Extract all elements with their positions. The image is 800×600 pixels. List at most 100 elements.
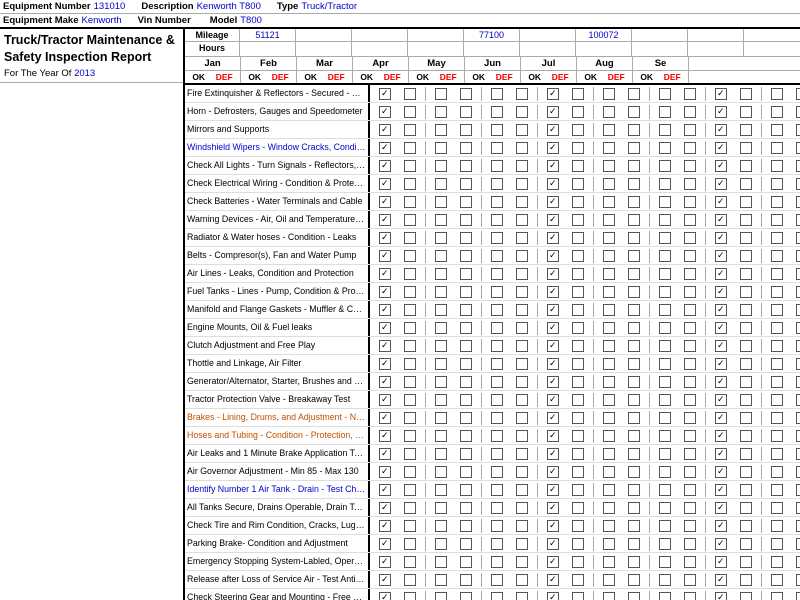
ok-checkbox[interactable]: ✓	[715, 88, 727, 100]
def-checkbox[interactable]	[404, 322, 416, 334]
ok-checkbox[interactable]	[603, 232, 615, 244]
def-checkbox[interactable]	[796, 232, 800, 244]
ok-checkbox[interactable]: ✓	[379, 448, 391, 460]
ok-checkbox[interactable]	[491, 358, 503, 370]
ok-checkbox[interactable]	[771, 556, 783, 568]
def-checkbox[interactable]	[628, 178, 640, 190]
ok-checkbox[interactable]	[435, 412, 447, 424]
ok-checkbox[interactable]	[659, 340, 671, 352]
def-checkbox[interactable]	[684, 286, 696, 298]
def-checkbox[interactable]	[796, 394, 800, 406]
ok-checkbox[interactable]	[603, 466, 615, 478]
def-checkbox[interactable]	[796, 322, 800, 334]
def-checkbox[interactable]	[796, 160, 800, 172]
ok-checkbox[interactable]: ✓	[379, 412, 391, 424]
ok-checkbox[interactable]	[771, 574, 783, 586]
ok-checkbox[interactable]: ✓	[547, 178, 559, 190]
def-checkbox[interactable]	[572, 466, 584, 478]
ok-checkbox[interactable]	[659, 196, 671, 208]
def-checkbox[interactable]	[516, 340, 528, 352]
ok-checkbox[interactable]	[603, 340, 615, 352]
ok-checkbox[interactable]	[771, 358, 783, 370]
def-checkbox[interactable]	[404, 556, 416, 568]
def-checkbox[interactable]	[740, 412, 752, 424]
ok-checkbox[interactable]: ✓	[715, 232, 727, 244]
ok-checkbox[interactable]: ✓	[547, 592, 559, 600]
ok-checkbox[interactable]	[435, 142, 447, 154]
ok-checkbox[interactable]	[491, 484, 503, 496]
ok-checkbox[interactable]: ✓	[547, 412, 559, 424]
ok-checkbox[interactable]	[659, 556, 671, 568]
ok-checkbox[interactable]	[659, 124, 671, 136]
def-checkbox[interactable]	[460, 358, 472, 370]
def-checkbox[interactable]	[404, 430, 416, 442]
def-checkbox[interactable]	[460, 574, 472, 586]
def-checkbox[interactable]	[684, 304, 696, 316]
def-checkbox[interactable]	[740, 232, 752, 244]
ok-checkbox[interactable]	[491, 556, 503, 568]
def-checkbox[interactable]	[404, 160, 416, 172]
def-checkbox[interactable]	[460, 412, 472, 424]
def-checkbox[interactable]	[740, 106, 752, 118]
def-checkbox[interactable]	[404, 340, 416, 352]
def-checkbox[interactable]	[796, 358, 800, 370]
def-checkbox[interactable]	[628, 142, 640, 154]
ok-checkbox[interactable]	[435, 358, 447, 370]
ok-checkbox[interactable]: ✓	[547, 196, 559, 208]
def-checkbox[interactable]	[740, 250, 752, 262]
def-checkbox[interactable]	[628, 196, 640, 208]
def-checkbox[interactable]	[796, 214, 800, 226]
def-checkbox[interactable]	[628, 322, 640, 334]
ok-checkbox[interactable]	[603, 304, 615, 316]
ok-checkbox[interactable]	[603, 142, 615, 154]
def-checkbox[interactable]	[684, 106, 696, 118]
def-checkbox[interactable]	[460, 376, 472, 388]
def-checkbox[interactable]	[740, 556, 752, 568]
ok-checkbox[interactable]	[435, 286, 447, 298]
ok-checkbox[interactable]	[659, 502, 671, 514]
def-checkbox[interactable]	[460, 88, 472, 100]
def-checkbox[interactable]	[740, 394, 752, 406]
def-checkbox[interactable]	[572, 178, 584, 190]
def-checkbox[interactable]	[516, 412, 528, 424]
ok-checkbox[interactable]	[491, 160, 503, 172]
def-checkbox[interactable]	[460, 556, 472, 568]
def-checkbox[interactable]	[404, 574, 416, 586]
def-checkbox[interactable]	[404, 286, 416, 298]
ok-checkbox[interactable]	[659, 484, 671, 496]
ok-checkbox[interactable]: ✓	[379, 250, 391, 262]
ok-checkbox[interactable]	[771, 520, 783, 532]
def-checkbox[interactable]	[628, 538, 640, 550]
ok-checkbox[interactable]: ✓	[547, 502, 559, 514]
def-checkbox[interactable]	[796, 520, 800, 532]
def-checkbox[interactable]	[684, 502, 696, 514]
ok-checkbox[interactable]: ✓	[379, 556, 391, 568]
def-checkbox[interactable]	[740, 466, 752, 478]
ok-checkbox[interactable]	[659, 520, 671, 532]
ok-checkbox[interactable]: ✓	[715, 412, 727, 424]
def-checkbox[interactable]	[572, 556, 584, 568]
ok-checkbox[interactable]	[659, 430, 671, 442]
def-checkbox[interactable]	[740, 322, 752, 334]
ok-checkbox[interactable]	[435, 430, 447, 442]
ok-checkbox[interactable]: ✓	[379, 106, 391, 118]
ok-checkbox[interactable]: ✓	[379, 520, 391, 532]
ok-checkbox[interactable]	[491, 592, 503, 600]
def-checkbox[interactable]	[516, 538, 528, 550]
def-checkbox[interactable]	[628, 106, 640, 118]
def-checkbox[interactable]	[796, 376, 800, 388]
ok-checkbox[interactable]: ✓	[715, 214, 727, 226]
def-checkbox[interactable]	[516, 142, 528, 154]
ok-checkbox[interactable]	[771, 484, 783, 496]
def-checkbox[interactable]	[404, 268, 416, 280]
ok-checkbox[interactable]	[435, 592, 447, 600]
ok-checkbox[interactable]: ✓	[715, 142, 727, 154]
def-checkbox[interactable]	[684, 538, 696, 550]
ok-checkbox[interactable]: ✓	[547, 538, 559, 550]
def-checkbox[interactable]	[404, 592, 416, 600]
def-checkbox[interactable]	[684, 160, 696, 172]
ok-checkbox[interactable]	[771, 448, 783, 460]
def-checkbox[interactable]	[628, 412, 640, 424]
ok-checkbox[interactable]: ✓	[547, 142, 559, 154]
def-checkbox[interactable]	[796, 574, 800, 586]
